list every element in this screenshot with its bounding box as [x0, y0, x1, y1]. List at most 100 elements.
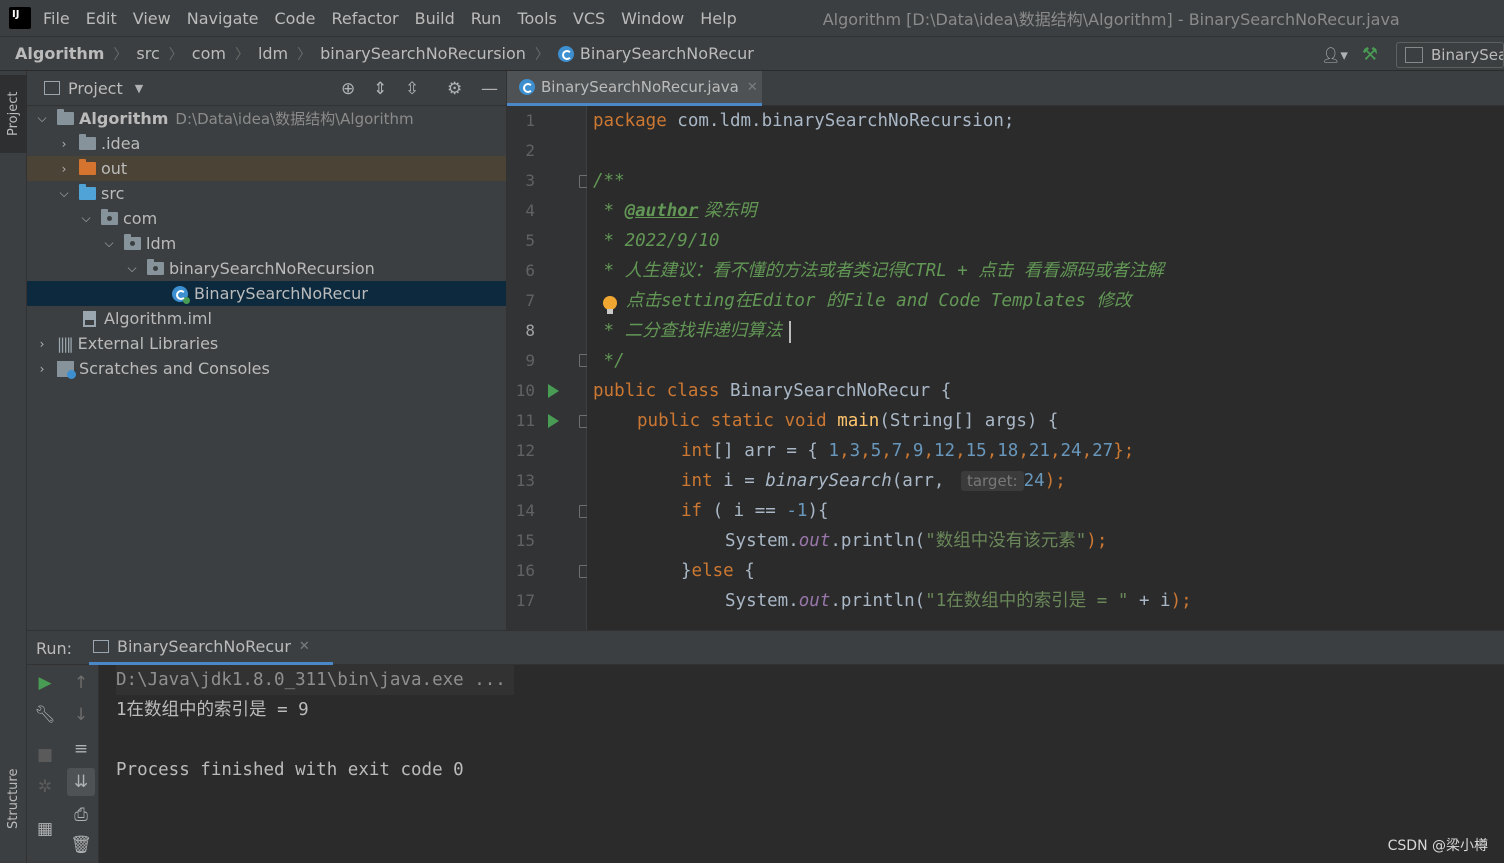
- run-tab-label: BinarySearchNoRecur: [117, 637, 291, 656]
- chevron-right-icon[interactable]: ›: [37, 337, 47, 351]
- module-folder-icon: [57, 109, 74, 125]
- menu-build[interactable]: Build: [415, 9, 455, 28]
- tool-window-structure-tab[interactable]: Structure: [0, 751, 27, 846]
- number-literal: 27: [1092, 441, 1114, 461]
- breadcrumb-project[interactable]: Algorithm: [15, 44, 104, 63]
- project-panel-title[interactable]: Project: [68, 79, 123, 98]
- menu-file[interactable]: File: [43, 9, 70, 28]
- run-tab[interactable]: BinarySearchNoRecur ✕: [89, 631, 333, 665]
- chevron-down-icon[interactable]: ▼: [135, 82, 143, 95]
- breadcrumb-package[interactable]: binarySearchNoRecursion: [320, 44, 526, 63]
- keyword: package: [593, 111, 667, 131]
- line-number: 10: [515, 381, 535, 400]
- run-class-icon[interactable]: [548, 384, 559, 398]
- lightbulb-icon[interactable]: [603, 296, 617, 314]
- breadcrumb: Algorithm 〉 src 〉 com 〉 ldm 〉 binarySear…: [0, 36, 1504, 71]
- menu-help[interactable]: Help: [700, 9, 736, 28]
- layout-icon[interactable]: ▦: [33, 819, 57, 839]
- number-literal: 7: [891, 441, 903, 461]
- chevron-right-icon: 〉: [113, 46, 128, 63]
- javadoc-tag: @author: [624, 201, 699, 221]
- dump-threads-icon[interactable]: ✲: [33, 777, 57, 797]
- rerun-icon[interactable]: ▶: [33, 673, 57, 693]
- tree-item-com[interactable]: ⌵ com: [27, 206, 506, 231]
- close-icon[interactable]: ✕: [299, 639, 310, 654]
- code-text: .println(: [830, 591, 926, 611]
- menu-refactor[interactable]: Refactor: [331, 9, 398, 28]
- tree-item-iml[interactable]: Algorithm.iml: [27, 306, 506, 331]
- code-text: i =: [712, 471, 766, 491]
- tree-item-algorithm[interactable]: ⌵ Algorithm D:\Data\idea\数据结构\Algorithm: [27, 106, 506, 131]
- trash-icon[interactable]: 🗑︎: [69, 835, 93, 855]
- editor-tab-active[interactable]: BinarySearchNoRecur.java ✕: [507, 71, 762, 106]
- soft-wrap-icon[interactable]: ≡: [69, 739, 93, 759]
- tree-item-label: src: [101, 184, 125, 203]
- tree-item-out[interactable]: › out: [27, 156, 506, 181]
- print-icon[interactable]: ⎙: [69, 805, 93, 825]
- keyword: else: [691, 561, 734, 581]
- arrow-up-icon[interactable]: ↑: [69, 673, 93, 693]
- chevron-right-icon[interactable]: ›: [37, 362, 47, 376]
- menu-navigate[interactable]: Navigate: [187, 9, 259, 28]
- run-toolbar: ▶ ↑ 🔧︎ ↓ ≡ ■ ⇊ ✲ ⎙ ▦ 🗑︎: [27, 665, 99, 863]
- line-number: 1: [525, 111, 535, 130]
- tree-item-external-libraries[interactable]: › |||‖ External Libraries: [27, 331, 506, 356]
- menu-code[interactable]: Code: [275, 9, 316, 28]
- tree-item-ldm[interactable]: ⌵ ldm: [27, 231, 506, 256]
- stop-icon[interactable]: ■: [33, 745, 57, 765]
- static-field: out: [798, 531, 831, 551]
- breadcrumb-src[interactable]: src: [136, 44, 159, 63]
- breadcrumb-ldm[interactable]: ldm: [258, 44, 288, 63]
- close-icon[interactable]: ✕: [747, 80, 758, 95]
- tool-window-project-tab[interactable]: Project: [0, 75, 27, 153]
- menu-vcs[interactable]: VCS: [573, 9, 605, 28]
- chevron-down-icon[interactable]: ⌵: [59, 186, 69, 201]
- breadcrumb-class[interactable]: BinarySearchNoRecur: [580, 44, 754, 63]
- code-text: {: [733, 561, 755, 581]
- chevron-down-icon[interactable]: ⌵: [104, 236, 114, 251]
- wrench-icon[interactable]: 🔧︎: [33, 705, 57, 725]
- chevron-down-icon[interactable]: ⌵: [37, 111, 47, 126]
- package-icon: [147, 259, 164, 275]
- tree-item-idea[interactable]: › .idea: [27, 131, 506, 156]
- line-number: 6: [525, 261, 535, 280]
- menu-run[interactable]: Run: [471, 9, 502, 28]
- keyword: public class: [593, 381, 720, 401]
- menu-view[interactable]: View: [133, 9, 171, 28]
- arrow-down-icon[interactable]: ↓: [69, 705, 93, 725]
- chevron-right-icon[interactable]: ›: [59, 162, 69, 176]
- scroll-to-end-icon[interactable]: ⇊: [67, 768, 95, 796]
- tree-item-label: Scratches and Consoles: [79, 359, 270, 378]
- menu-tools[interactable]: Tools: [517, 9, 556, 28]
- chevron-down-icon[interactable]: ⌵: [127, 261, 137, 276]
- breadcrumb-com[interactable]: com: [192, 44, 226, 63]
- build-hammer-icon[interactable]: ⚒: [1362, 44, 1378, 65]
- run-console[interactable]: D:\Java\jdk1.8.0_311\bin\java.exe ... 1在…: [99, 665, 1504, 863]
- expand-all-icon[interactable]: ⇕: [373, 79, 387, 99]
- java-class-icon: [557, 45, 574, 62]
- code-text: [] arr = {: [712, 441, 829, 461]
- code-text: System.: [725, 531, 799, 551]
- menu-edit[interactable]: Edit: [86, 9, 117, 28]
- tree-item-package[interactable]: ⌵ binarySearchNoRecursion: [27, 256, 506, 281]
- hide-icon[interactable]: —: [481, 79, 498, 99]
- line-number: 5: [525, 231, 535, 250]
- chevron-right-icon[interactable]: ›: [59, 137, 69, 151]
- run-configuration-select[interactable]: BinarySea: [1396, 41, 1504, 68]
- code-text: );: [1086, 531, 1108, 551]
- line-number: 7: [525, 291, 535, 310]
- user-dropdown-icon[interactable]: 👤︎▾: [1321, 46, 1348, 64]
- parameter-hint: target:: [960, 471, 1024, 491]
- locate-icon[interactable]: ⊕: [341, 79, 355, 99]
- chevron-down-icon[interactable]: ⌵: [81, 211, 91, 226]
- java-class-icon: [519, 79, 535, 95]
- gear-icon[interactable]: ⚙: [447, 79, 462, 99]
- tree-item-src[interactable]: ⌵ src: [27, 181, 506, 206]
- tree-item-scratches[interactable]: › Scratches and Consoles: [27, 356, 506, 381]
- tree-item-label: out: [101, 159, 128, 178]
- menu-window[interactable]: Window: [621, 9, 684, 28]
- tree-item-class[interactable]: BinarySearchNoRecur: [27, 281, 506, 306]
- run-main-icon[interactable]: [548, 414, 559, 428]
- method-call: binarySearch: [765, 471, 892, 491]
- collapse-all-icon[interactable]: ⇳: [405, 79, 419, 99]
